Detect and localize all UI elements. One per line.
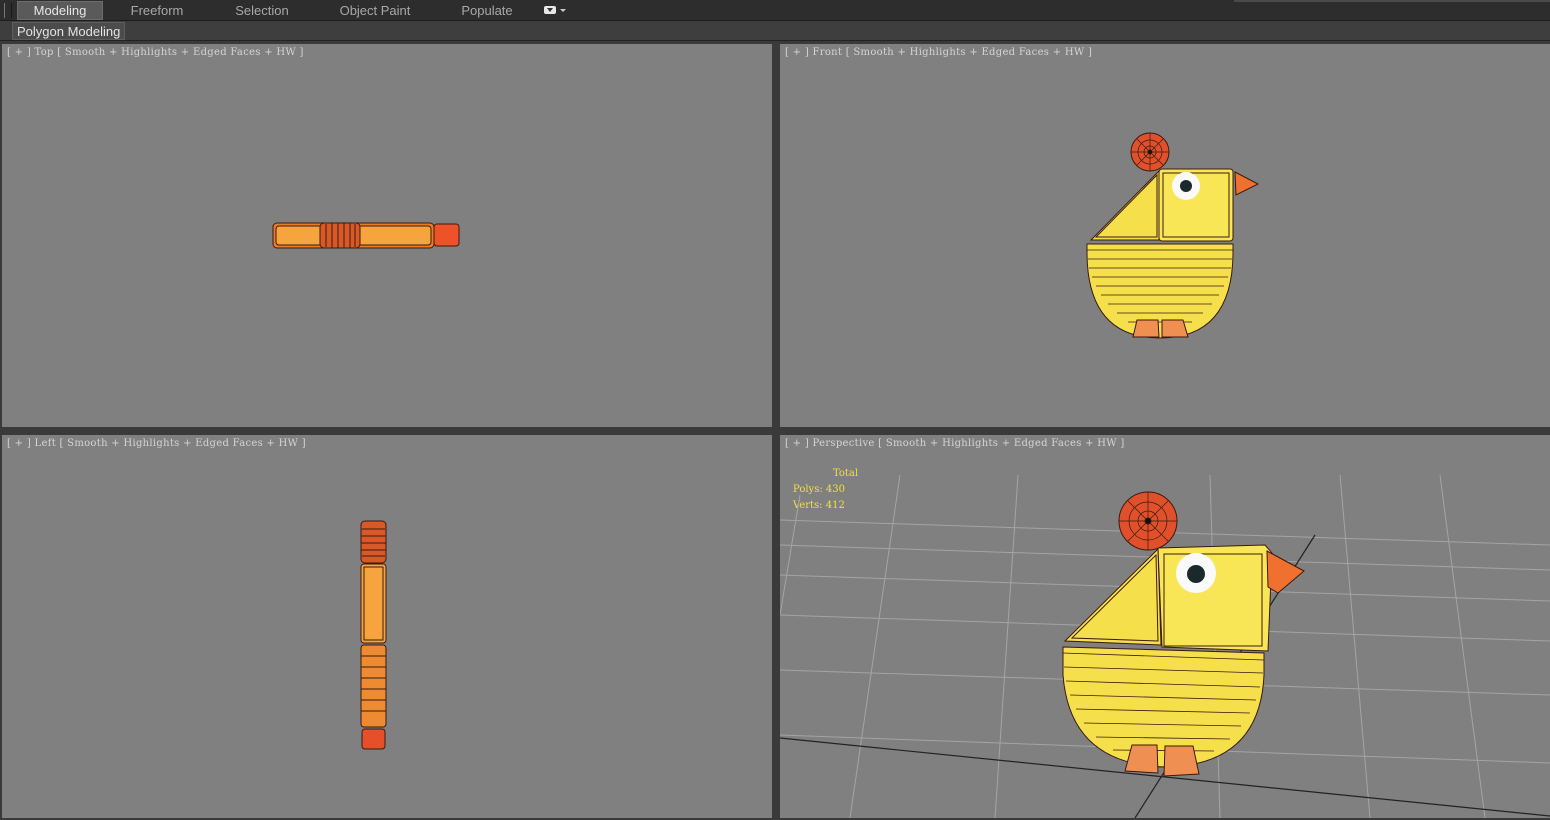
- model-beak-perspective: [1266, 550, 1305, 594]
- top-view-model: [272, 222, 460, 249]
- ribbon-panel-bar: Polygon Modeling: [0, 21, 1550, 41]
- model-head-left: [360, 563, 387, 644]
- tab-populate[interactable]: Populate: [450, 1, 524, 20]
- tab-object-paint[interactable]: Object Paint: [332, 1, 418, 20]
- viewport-perspective[interactable]: [ + ] Perspective [ Smooth + Highlights …: [780, 435, 1550, 818]
- perspective-view-model: [780, 474, 1550, 818]
- tab-modeling[interactable]: Modeling: [17, 1, 103, 20]
- ribbon-strip: [1234, 0, 1550, 2]
- viewport-left[interactable]: [ + ] Left [ Smooth + Highlights + Edged…: [2, 435, 772, 818]
- ribbon-options-dropdown[interactable]: [542, 4, 568, 18]
- model-foot-left-front: [1132, 319, 1160, 338]
- model-beak-top: [433, 223, 460, 247]
- model-feet-left: [361, 728, 386, 750]
- ribbon-tab-bar: Modeling Freeform Selection Object Paint…: [0, 0, 1550, 21]
- polygon-modeling-panel-button[interactable]: Polygon Modeling: [12, 22, 126, 40]
- front-view-model: [1086, 132, 1260, 339]
- left-view-model: [360, 520, 387, 750]
- viewport-top[interactable]: [ + ] Top [ Smooth + Highlights + Edged …: [2, 44, 772, 427]
- tab-selection[interactable]: Selection: [222, 1, 302, 20]
- model-body-front: [1086, 243, 1234, 339]
- model-body-left: [360, 644, 387, 728]
- model-crest-left: [360, 520, 387, 564]
- tab-freeform[interactable]: Freeform: [118, 1, 196, 20]
- model-body-perspective: [1062, 646, 1265, 768]
- model-wing-front: [1089, 169, 1160, 241]
- ribbon-grip[interactable]: [4, 3, 12, 18]
- chevron-down-icon: [560, 9, 566, 12]
- model-foot-right-perspective: [1163, 745, 1200, 777]
- viewport-front[interactable]: [ + ] Front [ Smooth + Highlights + Edge…: [780, 44, 1550, 427]
- model-head-perspective: [1157, 544, 1273, 652]
- ribbon-toggle-icon: [544, 6, 556, 14]
- model-foot-right-front: [1161, 319, 1189, 338]
- model-beak-front: [1234, 171, 1260, 196]
